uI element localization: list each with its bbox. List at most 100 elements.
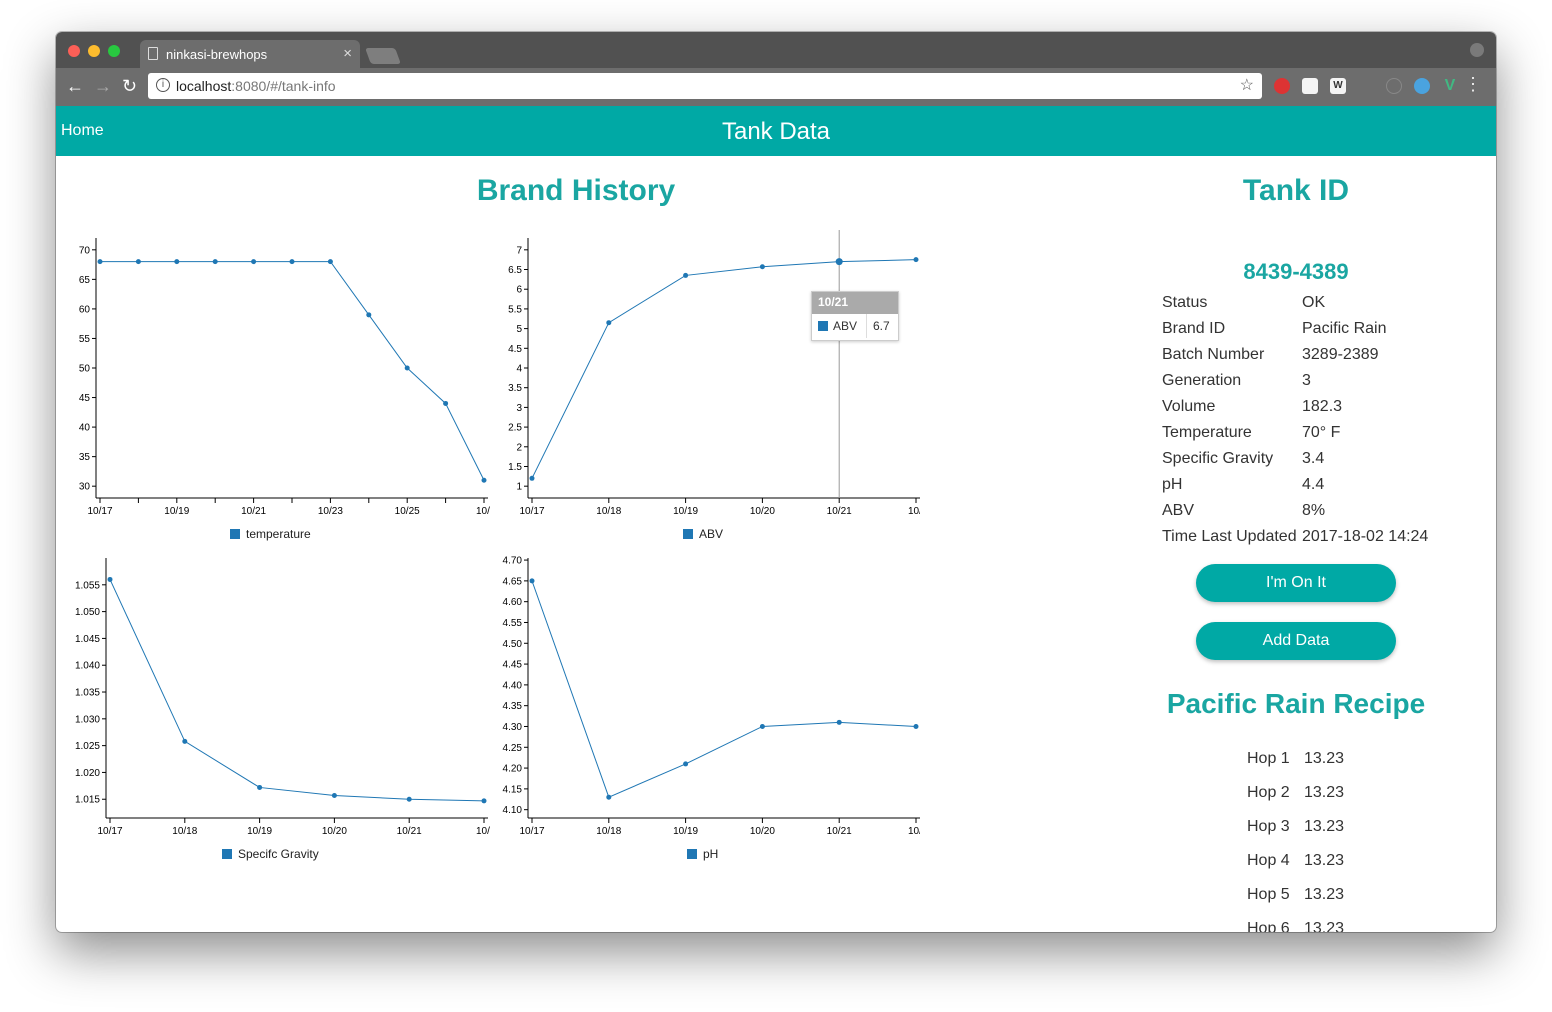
data-point[interactable] bbox=[481, 477, 487, 483]
legend-swatch bbox=[222, 849, 232, 859]
y-tick-label: 4.10 bbox=[503, 805, 523, 816]
extension-blue-icon[interactable] bbox=[1414, 78, 1430, 94]
browser-window: ninkasi-brewhops × ← → ↻ i localhost:808… bbox=[56, 32, 1496, 932]
maximize-window-button[interactable] bbox=[108, 45, 120, 57]
data-point[interactable] bbox=[404, 365, 410, 371]
tooltip-row: ABV 6.7 bbox=[812, 314, 898, 338]
browser-toolbar: ← → ↻ i localhost:8080/#/tank-info ☆ W V… bbox=[56, 68, 1496, 106]
data-point[interactable] bbox=[289, 259, 295, 265]
data-point[interactable] bbox=[913, 257, 919, 263]
x-tick-label: 10/21 bbox=[827, 506, 852, 514]
extension-square-icon[interactable] bbox=[1302, 78, 1318, 94]
tank-info-row: Status OK bbox=[1162, 294, 1462, 320]
y-tick-label: 1.045 bbox=[75, 634, 100, 645]
page-title: Tank Data bbox=[721, 118, 831, 145]
extension-shield-icon[interactable] bbox=[1274, 78, 1290, 94]
x-tick-label: 10/19 bbox=[673, 826, 698, 834]
browser-menu-icon[interactable]: ⋮ bbox=[1464, 74, 1482, 95]
data-point[interactable] bbox=[759, 264, 765, 270]
data-point[interactable] bbox=[107, 576, 113, 582]
hop-row: Hop 3 13.23 bbox=[1247, 818, 1447, 852]
legend-abv[interactable]: ABV bbox=[683, 527, 723, 541]
hop-name: Hop 6 bbox=[1247, 920, 1290, 932]
y-tick-label: 6.5 bbox=[508, 265, 522, 276]
tank-info-label: Volume bbox=[1162, 398, 1216, 415]
y-tick-label: 3.5 bbox=[508, 383, 522, 394]
extension-w-icon[interactable]: W bbox=[1330, 78, 1346, 94]
x-tick-label: 10/2 bbox=[908, 506, 920, 514]
legend-specific-gravity[interactable]: Specifc Gravity bbox=[222, 847, 319, 861]
im-on-it-button[interactable]: I'm On It bbox=[1196, 564, 1396, 602]
legend-ph[interactable]: pH bbox=[687, 847, 718, 861]
data-point[interactable] bbox=[97, 259, 103, 265]
reload-icon[interactable]: ↻ bbox=[122, 76, 137, 96]
data-point[interactable] bbox=[182, 738, 188, 744]
data-point[interactable] bbox=[331, 792, 337, 798]
y-tick-label: 6 bbox=[516, 285, 522, 296]
add-data-button[interactable]: Add Data bbox=[1196, 622, 1396, 660]
tank-info-table: Status OK Brand ID Pacific Rain Batch Number… bbox=[1162, 294, 1462, 554]
data-point[interactable] bbox=[683, 272, 689, 278]
data-point[interactable] bbox=[327, 259, 333, 265]
new-tab-button[interactable] bbox=[365, 48, 401, 64]
minimize-window-button[interactable] bbox=[88, 45, 100, 57]
close-window-button[interactable] bbox=[68, 45, 80, 57]
data-point[interactable] bbox=[529, 475, 535, 481]
data-point[interactable] bbox=[606, 320, 612, 326]
data-point[interactable] bbox=[835, 258, 843, 266]
tank-info-value: 3.4 bbox=[1302, 450, 1325, 467]
profile-icon[interactable] bbox=[1470, 43, 1484, 57]
data-point[interactable] bbox=[251, 259, 257, 265]
y-tick-label: 60 bbox=[79, 304, 91, 315]
y-tick-label: 4.15 bbox=[503, 784, 523, 795]
tooltip-series: ABV bbox=[833, 319, 858, 333]
hop-value: 13.23 bbox=[1304, 750, 1345, 767]
data-point[interactable] bbox=[366, 312, 372, 318]
data-point[interactable] bbox=[481, 798, 487, 804]
data-point[interactable] bbox=[257, 784, 263, 790]
hop-list: Hop 1 13.23 Hop 2 13.23 Hop 3 13.23 Hop 4 13.23… bbox=[1247, 750, 1447, 932]
y-tick-label: 1.025 bbox=[75, 741, 100, 752]
data-point[interactable] bbox=[443, 400, 449, 406]
data-point[interactable] bbox=[683, 761, 689, 767]
x-tick-label: 10/19 bbox=[247, 826, 272, 834]
hop-row: Hop 2 13.23 bbox=[1247, 784, 1447, 818]
tab-close-icon[interactable]: × bbox=[343, 45, 352, 62]
data-point[interactable] bbox=[529, 578, 535, 584]
data-point[interactable] bbox=[606, 794, 612, 800]
legend-temperature[interactable]: temperature bbox=[230, 527, 311, 541]
url-text[interactable]: localhost:8080/#/tank-info bbox=[176, 78, 336, 94]
y-tick-label: 4.30 bbox=[503, 722, 523, 733]
y-tick-label: 2.5 bbox=[508, 423, 522, 434]
hop-name: Hop 5 bbox=[1247, 886, 1290, 903]
vue-devtools-icon[interactable]: V bbox=[1442, 78, 1458, 94]
data-point[interactable] bbox=[913, 723, 919, 729]
data-point[interactable] bbox=[135, 259, 141, 265]
hop-row: Hop 1 13.23 bbox=[1247, 750, 1447, 784]
data-point[interactable] bbox=[212, 259, 218, 265]
address-bar[interactable]: i localhost:8080/#/tank-info ☆ bbox=[148, 73, 1262, 99]
tooltip-swatch bbox=[818, 321, 828, 331]
back-icon[interactable]: ← bbox=[66, 76, 84, 96]
forward-icon[interactable]: → bbox=[94, 76, 112, 96]
y-tick-label: 4.70 bbox=[503, 556, 523, 567]
y-tick-label: 5.5 bbox=[508, 304, 522, 315]
tank-id-title: Tank ID bbox=[1242, 174, 1350, 207]
y-tick-label: 5 bbox=[516, 324, 522, 335]
site-info-icon[interactable]: i bbox=[156, 78, 170, 92]
hop-row: Hop 6 13.23 bbox=[1247, 920, 1447, 932]
legend-swatch bbox=[683, 529, 693, 539]
data-point[interactable] bbox=[759, 723, 765, 729]
extension-circle-icon[interactable] bbox=[1386, 78, 1402, 94]
tank-info-value: OK bbox=[1302, 294, 1326, 311]
bookmark-star-icon[interactable]: ☆ bbox=[1240, 75, 1254, 95]
y-tick-label: 1.050 bbox=[75, 607, 100, 618]
data-point[interactable] bbox=[836, 719, 842, 725]
y-tick-label: 1 bbox=[516, 482, 522, 493]
x-tick-label: 10/17 bbox=[97, 826, 122, 834]
data-point[interactable] bbox=[174, 259, 180, 265]
x-tick-label: 10/21 bbox=[397, 826, 422, 834]
tank-info-label: Brand ID bbox=[1162, 320, 1226, 337]
browser-tab[interactable]: ninkasi-brewhops × bbox=[140, 40, 360, 68]
data-point[interactable] bbox=[406, 796, 412, 802]
